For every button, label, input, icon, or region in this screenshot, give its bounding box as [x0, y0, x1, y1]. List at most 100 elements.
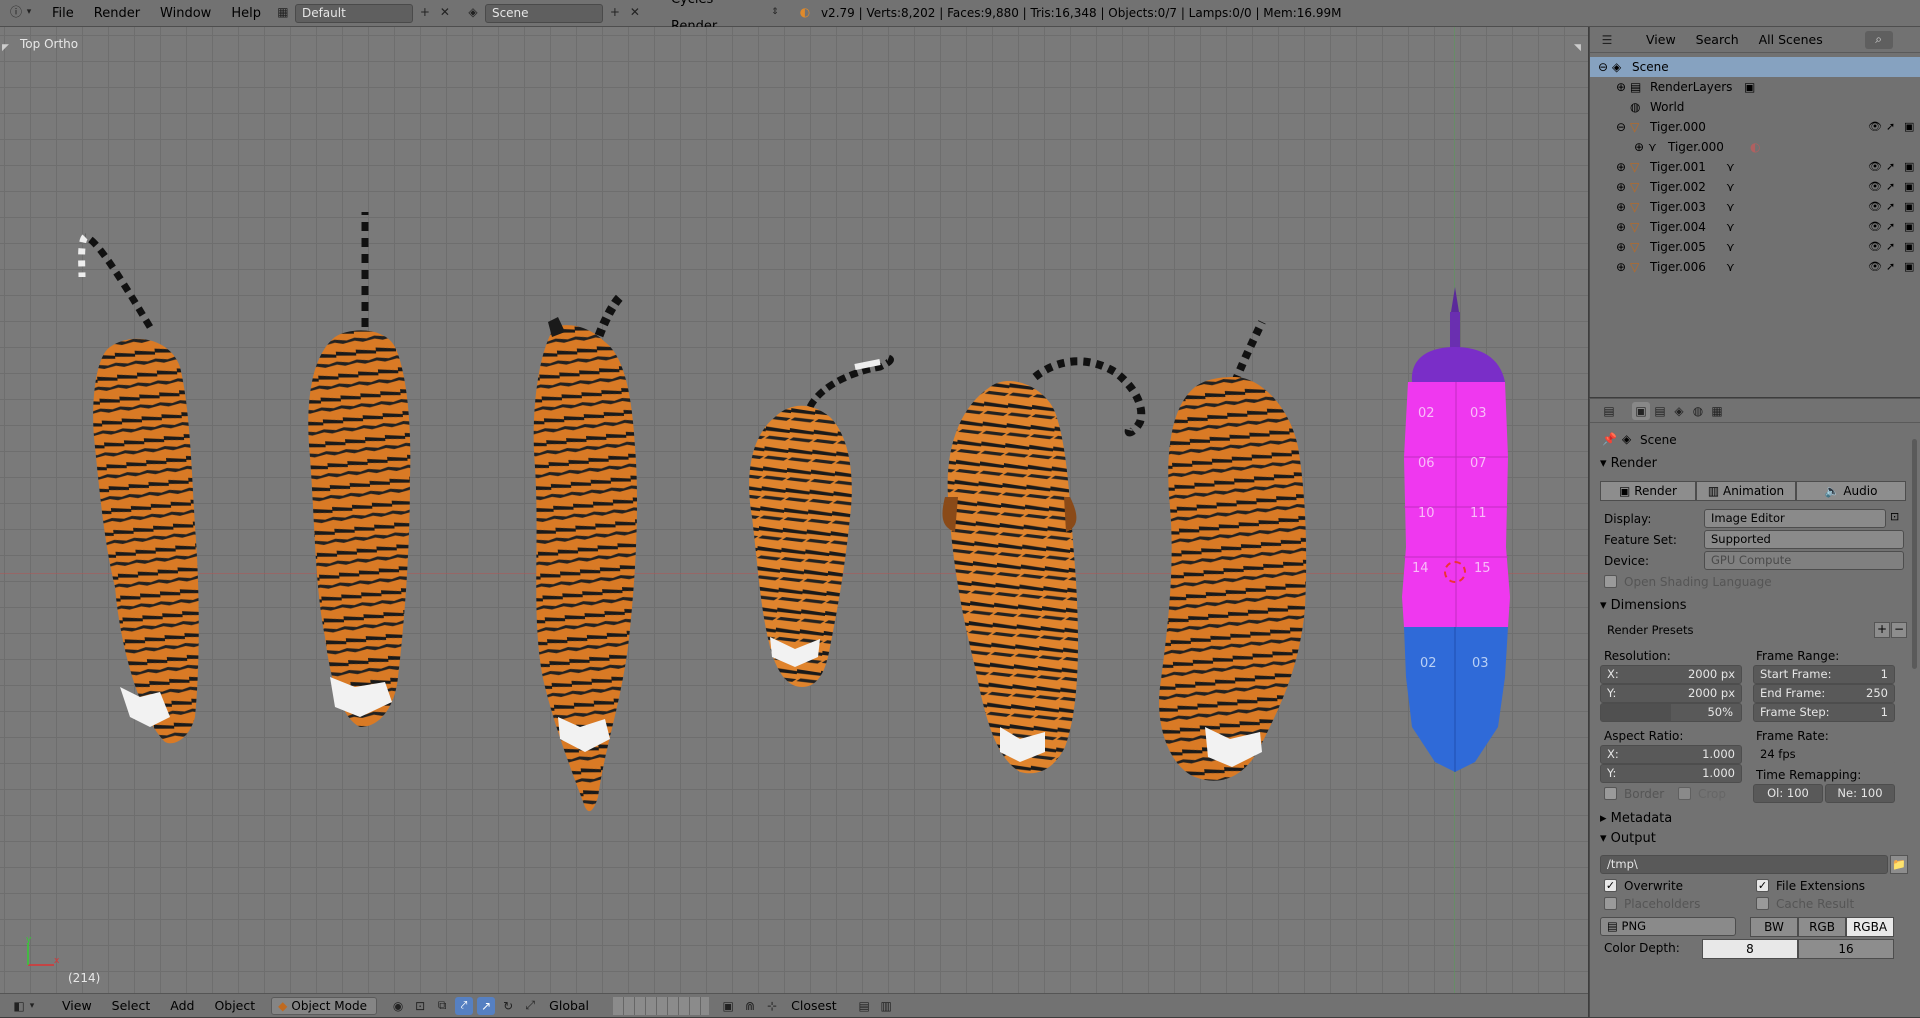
- outliner-row-tiger-004[interactable]: ⊕ ▽ Tiger.004 ⋎ 👁 ➚ ▣: [1590, 217, 1920, 237]
- outliner-row-tiger-005[interactable]: ⊕ ▽ Tiger.005 ⋎ 👁 ➚ ▣: [1590, 237, 1920, 257]
- file-extensions-checkbox[interactable]: ✓: [1756, 879, 1769, 892]
- remap-new-field[interactable]: Ne: 100: [1825, 784, 1895, 803]
- select-cursor-icon[interactable]: ➚: [1886, 117, 1895, 137]
- texture-tab-icon[interactable]: ▦: [1708, 402, 1726, 420]
- menu-object[interactable]: Object: [204, 994, 265, 1018]
- aspect-x-field[interactable]: X: 1.000: [1600, 745, 1742, 764]
- expand-icon[interactable]: ⊕: [1634, 137, 1644, 157]
- remove-preset-icon[interactable]: −: [1891, 622, 1907, 638]
- visibility-eye-icon[interactable]: 👁: [1868, 177, 1882, 197]
- aspect-y-field[interactable]: Y: 1.000: [1600, 764, 1742, 783]
- cache-result-checkbox[interactable]: [1756, 897, 1769, 910]
- expand-icon[interactable]: ⊕: [1616, 157, 1626, 177]
- world-tab-icon[interactable]: ◍: [1689, 402, 1707, 420]
- scene-icon[interactable]: ◈: [465, 5, 481, 21]
- select-cursor-icon[interactable]: ➚: [1886, 217, 1895, 237]
- audio-button[interactable]: 🔈 Audio: [1796, 481, 1906, 501]
- search-icon[interactable]: ⌕: [1864, 30, 1893, 49]
- tiger-002[interactable]: [308, 212, 411, 727]
- remap-old-field[interactable]: Ol: 100: [1753, 784, 1823, 803]
- transform-orientation-select[interactable]: Global: [539, 994, 609, 1018]
- close-scene-icon[interactable]: ✕: [627, 5, 643, 21]
- visibility-eye-icon[interactable]: 👁: [1868, 197, 1882, 217]
- chevron-down-icon[interactable]: ▾: [24, 5, 34, 21]
- menu-render[interactable]: Render: [84, 0, 150, 27]
- feature-set-select[interactable]: Supported: [1704, 530, 1904, 549]
- add-layout-icon[interactable]: +: [417, 5, 433, 21]
- tiger-006[interactable]: [1159, 320, 1307, 781]
- scene-tab-icon[interactable]: ◈: [1670, 402, 1688, 420]
- info-editor-icon[interactable]: ⓘ: [8, 5, 24, 21]
- render-presets-select[interactable]: Render Presets: [1600, 621, 1868, 640]
- layout-field[interactable]: Default: [294, 3, 413, 23]
- color-mode-rgba[interactable]: RGBA: [1846, 917, 1894, 937]
- visibility-eye-icon[interactable]: 👁: [1868, 257, 1882, 277]
- outliner-row-world[interactable]: ◍ World: [1590, 97, 1920, 117]
- menu-add[interactable]: Add: [160, 994, 204, 1018]
- 3d-view-editor-icon[interactable]: ◧: [10, 997, 28, 1015]
- output-panel-header[interactable]: ▾ Output: [1600, 831, 1656, 846]
- outliner-display-select[interactable]: All Scenes: [1749, 28, 1859, 52]
- properties-scrollbar[interactable]: [1912, 439, 1917, 669]
- outliner-menu-view[interactable]: View: [1636, 28, 1686, 52]
- outliner-row-tiger-003[interactable]: ⊕ ▽ Tiger.003 ⋎ 👁 ➚ ▣: [1590, 197, 1920, 217]
- color-depth-16[interactable]: 16: [1798, 939, 1894, 959]
- tiger-004[interactable]: [749, 353, 894, 687]
- collapse-icon[interactable]: ⊖: [1616, 117, 1626, 137]
- expand-icon[interactable]: ⊕: [1616, 237, 1626, 257]
- select-cursor-icon[interactable]: ➚: [1886, 157, 1895, 177]
- outliner-row-renderlayers[interactable]: ⊕ ▤ RenderLayers ▣: [1590, 77, 1920, 97]
- outliner-menu-search[interactable]: Search: [1686, 28, 1749, 52]
- outliner-row-scene[interactable]: ⊖ ◈ Scene: [1590, 57, 1920, 77]
- device-select[interactable]: GPU Compute: [1704, 551, 1904, 570]
- color-mode-rgb[interactable]: RGB: [1798, 917, 1846, 937]
- expand-icon[interactable]: ⊕: [1616, 77, 1626, 97]
- render-animation-icon[interactable]: ▥: [877, 997, 895, 1015]
- render-camera-icon[interactable]: ▣: [1904, 237, 1914, 257]
- render-camera-icon[interactable]: ▣: [1904, 217, 1914, 237]
- mode-select[interactable]: ◆ Object Mode: [271, 996, 378, 1015]
- resolution-y-field[interactable]: Y: 2000 px: [1600, 684, 1742, 703]
- manipulator-icon[interactable]: ⤤: [455, 996, 474, 1015]
- tiger-003[interactable]: [533, 293, 638, 812]
- fullscreen-toggle-icon[interactable]: ⊡: [1890, 510, 1899, 523]
- visibility-eye-icon[interactable]: 👁: [1868, 117, 1882, 137]
- add-scene-icon[interactable]: +: [607, 5, 623, 21]
- expand-icon[interactable]: ⊕: [1616, 257, 1626, 277]
- select-cursor-icon[interactable]: ➚: [1886, 197, 1895, 217]
- menu-select[interactable]: Select: [102, 994, 161, 1018]
- visibility-eye-icon[interactable]: 👁: [1868, 237, 1882, 257]
- outliner-row-tiger-006[interactable]: ⊕ ▽ Tiger.006 ⋎ 👁 ➚ ▣: [1590, 257, 1920, 277]
- outliner-row-tiger-000[interactable]: ⊖ ▽ Tiger.000 👁 ➚ ▣: [1590, 117, 1920, 137]
- occlude-geometry-icon[interactable]: ⧉: [433, 997, 451, 1015]
- render-camera-icon[interactable]: ▣: [1904, 197, 1914, 217]
- menu-view[interactable]: View: [52, 994, 102, 1018]
- visibility-eye-icon[interactable]: 👁: [1868, 217, 1882, 237]
- chevron-down-icon[interactable]: ▾: [28, 997, 36, 1015]
- file-browser-icon[interactable]: 📁: [1890, 855, 1908, 874]
- select-cursor-icon[interactable]: ➚: [1886, 257, 1895, 277]
- expand-icon[interactable]: ⊕: [1616, 177, 1626, 197]
- render-camera-icon[interactable]: ▣: [1904, 117, 1914, 137]
- frame-rate-select[interactable]: 24 fps: [1753, 745, 1895, 764]
- render-camera-icon[interactable]: ▣: [1904, 157, 1914, 177]
- tiger-001[interactable]: [78, 233, 199, 744]
- pin-icon[interactable]: 📌: [1602, 432, 1617, 446]
- placeholders-checkbox[interactable]: [1604, 897, 1617, 910]
- scene-objects[interactable]: 02 03 06 07 10 11 14 15 02 03: [0, 27, 1588, 993]
- color-depth-8[interactable]: 8: [1702, 939, 1798, 959]
- metadata-panel-header[interactable]: ▸ Metadata: [1600, 811, 1672, 826]
- tiger-uv-grid[interactable]: 02 03 06 07 10 11 14 15 02 03: [1402, 287, 1510, 772]
- close-layout-icon[interactable]: ✕: [437, 5, 453, 21]
- outliner-editor-icon[interactable]: ☰: [1598, 31, 1616, 49]
- color-mode-bw[interactable]: BW: [1750, 917, 1798, 937]
- add-preset-icon[interactable]: +: [1874, 622, 1890, 638]
- render-camera-icon[interactable]: ▣: [1904, 257, 1914, 277]
- end-frame-field[interactable]: End Frame: 250: [1753, 684, 1895, 703]
- menu-file[interactable]: File: [42, 0, 84, 27]
- overwrite-checkbox[interactable]: ✓: [1604, 879, 1617, 892]
- lock-camera-icon[interactable]: ▣: [719, 997, 737, 1015]
- viewport-shading-icon[interactable]: ◉: [389, 997, 407, 1015]
- tiger-005[interactable]: [942, 357, 1146, 774]
- outliner-row-tiger-000-mesh[interactable]: ⊕ ⋎ Tiger.000 ◐: [1590, 137, 1920, 157]
